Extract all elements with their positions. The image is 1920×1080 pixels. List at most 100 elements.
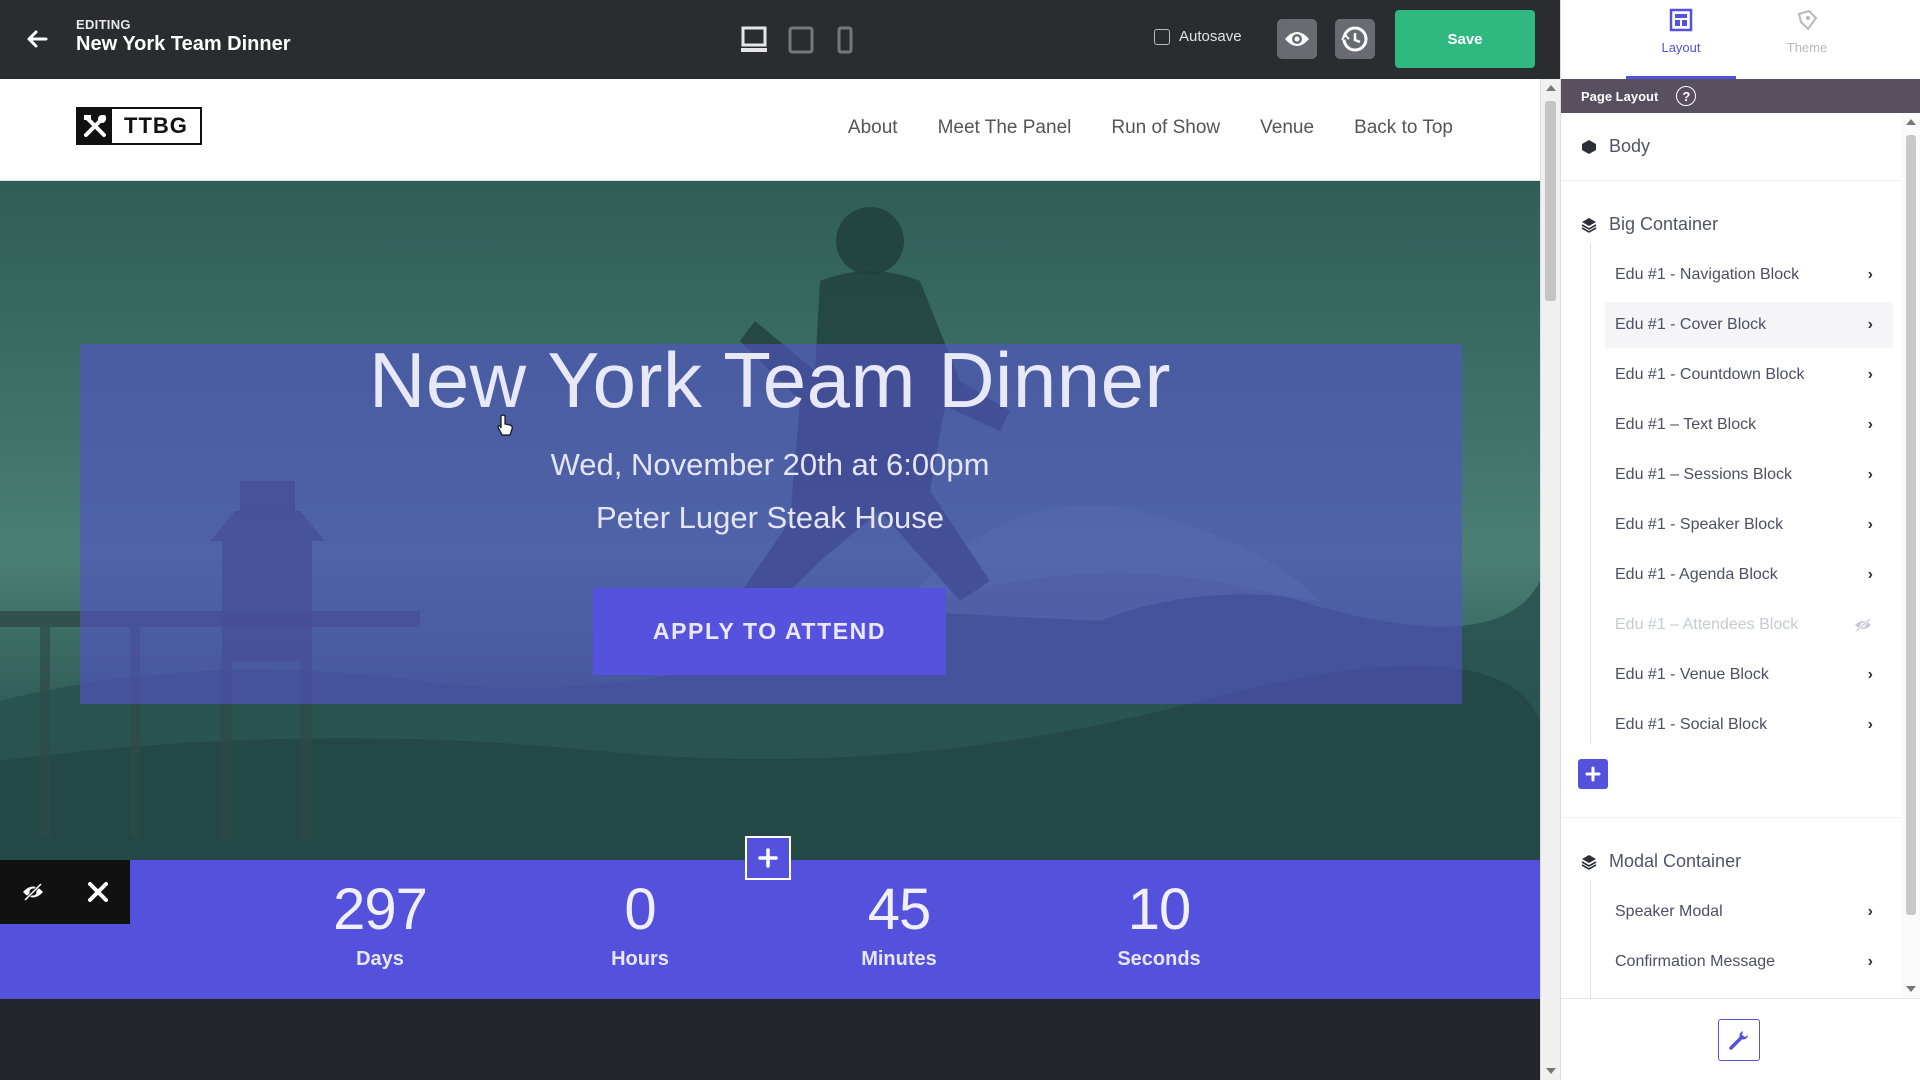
chevron-right-icon: › xyxy=(1867,466,1873,483)
eye-icon xyxy=(1285,32,1309,46)
cover-block[interactable]: New York Team Dinner Wed, November 20th … xyxy=(0,181,1540,860)
countdown-hours-value: 0 xyxy=(624,877,656,942)
canvas-scroll-thumb[interactable] xyxy=(1545,101,1556,301)
countdown-days-label: Days xyxy=(356,948,404,970)
help-icon[interactable]: ? xyxy=(1676,86,1697,106)
tree-modal-container-label: Modal Container xyxy=(1609,851,1742,871)
tree-item-social-block[interactable]: Edu #1 - Social Block › xyxy=(1605,702,1893,748)
add-block-to-container-button[interactable] xyxy=(1578,759,1608,789)
nav-link-meet-the-panel[interactable]: Meet The Panel xyxy=(938,117,1072,139)
theme-icon xyxy=(1797,9,1818,31)
tree-item-text-block[interactable]: Edu #1 – Text Block › xyxy=(1605,402,1893,448)
hide-block-button[interactable] xyxy=(0,860,65,924)
tree-item-speaker-block[interactable]: Edu #1 - Speaker Block › xyxy=(1605,502,1893,548)
tree-item-label: Speaker Modal xyxy=(1615,903,1723,920)
tree-modal-container[interactable]: Modal Container xyxy=(1581,851,1741,872)
plus-icon xyxy=(758,848,778,868)
cover-date: Wed, November 20th at 6:00pm xyxy=(550,447,990,482)
tab-theme[interactable]: Theme xyxy=(1752,0,1862,79)
autosave-toggle[interactable]: Autosave xyxy=(1154,28,1242,45)
desktop-view-button[interactable] xyxy=(740,26,768,59)
scroll-down-arrow-icon[interactable] xyxy=(1546,1068,1556,1074)
tree-body[interactable]: Body xyxy=(1581,136,1650,157)
chevron-right-icon: › xyxy=(1867,366,1873,383)
apply-to-attend-button[interactable]: APPLY TO ATTEND xyxy=(593,588,946,675)
tab-theme-label: Theme xyxy=(1786,40,1828,55)
tree-item-countdown-block[interactable]: Edu #1 - Countdown Block › xyxy=(1605,352,1893,398)
eye-slash-icon[interactable] xyxy=(1853,618,1873,632)
tree-item-sessions-block[interactable]: Edu #1 – Sessions Block › xyxy=(1605,452,1893,498)
chevron-right-icon: › xyxy=(1867,316,1873,333)
back-arrow-button[interactable] xyxy=(22,24,52,54)
tree-guide-line xyxy=(1590,880,1591,998)
chevron-right-icon: › xyxy=(1867,266,1873,283)
countdown-days: 297 Days xyxy=(280,876,480,971)
countdown-hours-label: Hours xyxy=(611,948,669,970)
tree-item-label: Edu #1 - Speaker Block xyxy=(1615,516,1784,533)
canvas-scrollbar[interactable] xyxy=(1540,79,1560,1080)
remove-block-button[interactable] xyxy=(65,860,130,924)
panel-scrollbar[interactable] xyxy=(1901,113,1920,998)
tree-item-speaker-modal[interactable]: Speaker Modal › xyxy=(1605,889,1893,935)
countdown-block[interactable]: 297 Days 0 Hours 45 Minutes 10 Seconds xyxy=(0,860,1540,999)
cube-icon xyxy=(1582,139,1596,154)
history-button[interactable] xyxy=(1335,19,1375,59)
tree-item-attendees-block[interactable]: Edu #1 – Attendees Block xyxy=(1605,602,1893,648)
eye-slash-icon xyxy=(22,883,43,901)
scroll-up-arrow-icon[interactable] xyxy=(1906,119,1916,125)
nav-link-run-of-show[interactable]: Run of Show xyxy=(1111,117,1220,139)
tab-layout-label: Layout xyxy=(1661,40,1701,55)
layout-icon xyxy=(1669,8,1693,32)
countdown-hours: 0 Hours xyxy=(540,876,740,971)
settings-wrench-button[interactable] xyxy=(1718,1019,1760,1061)
page-layout-title: Page Layout xyxy=(1581,88,1659,104)
add-block-button[interactable] xyxy=(745,836,791,880)
scroll-up-arrow-icon[interactable] xyxy=(1546,85,1556,91)
autosave-checkbox[interactable] xyxy=(1154,28,1170,45)
tree-item-cover-block[interactable]: Edu #1 - Cover Block › xyxy=(1605,302,1893,348)
site-logo[interactable]: TTBG xyxy=(76,107,202,145)
hand-cursor-icon xyxy=(497,414,513,436)
site-navigation-block[interactable]: TTBG About Meet The Panel Run of Show Ve… xyxy=(0,79,1540,181)
chevron-right-icon: › xyxy=(1867,566,1873,583)
tree-item-label: Edu #1 – Sessions Block xyxy=(1615,466,1792,483)
tree-item-label: Edu #1 - Cover Block xyxy=(1615,316,1767,333)
tree-body-label: Body xyxy=(1609,136,1651,156)
layers-icon xyxy=(1581,217,1597,233)
preview-button[interactable] xyxy=(1277,19,1317,59)
tree-item-navigation-block[interactable]: Edu #1 - Navigation Block › xyxy=(1605,252,1893,298)
plus-icon xyxy=(1585,766,1601,782)
chevron-right-icon: › xyxy=(1867,416,1873,433)
tablet-view-button[interactable] xyxy=(787,26,815,59)
tree-item-agenda-block[interactable]: Edu #1 - Agenda Block › xyxy=(1605,552,1893,598)
layout-tree: Body Big Container Edu #1 - Navigation B… xyxy=(1561,113,1901,998)
panel-scroll-thumb[interactable] xyxy=(1906,135,1916,915)
chevron-right-icon: › xyxy=(1867,516,1873,533)
block-toolbar xyxy=(0,860,130,924)
cover-title: New York Team Dinner xyxy=(369,336,1171,424)
chevron-right-icon: › xyxy=(1867,666,1873,683)
mobile-icon xyxy=(837,26,853,54)
nav-link-about[interactable]: About xyxy=(848,117,898,139)
tab-layout[interactable]: Layout xyxy=(1626,0,1736,79)
tree-item-venue-block[interactable]: Edu #1 - Venue Block › xyxy=(1605,652,1893,698)
tree-item-label: Edu #1 - Venue Block xyxy=(1615,666,1769,683)
tree-item-confirmation-message[interactable]: Confirmation Message › xyxy=(1605,939,1893,985)
countdown-minutes-label: Minutes xyxy=(861,948,937,970)
panel-footer xyxy=(1561,998,1920,1080)
scroll-down-arrow-icon[interactable] xyxy=(1906,986,1916,992)
mobile-view-button[interactable] xyxy=(836,26,856,59)
tree-big-container[interactable]: Big Container xyxy=(1581,214,1718,235)
close-icon xyxy=(87,882,108,902)
nav-link-venue[interactable]: Venue xyxy=(1260,117,1314,139)
save-button[interactable]: Save xyxy=(1395,10,1535,68)
nav-link-back-to-top[interactable]: Back to Top xyxy=(1354,117,1453,139)
countdown-seconds-value: 10 xyxy=(1127,877,1192,942)
autosave-label: Autosave xyxy=(1179,28,1242,45)
tree-item-label: Edu #1 – Attendees Block xyxy=(1615,616,1799,633)
countdown-minutes-value: 45 xyxy=(867,877,932,942)
tree-separator xyxy=(1561,180,1901,181)
countdown-seconds: 10 Seconds xyxy=(1059,876,1259,971)
logo-text: TTBG xyxy=(112,109,200,143)
tools-icon xyxy=(78,109,112,143)
